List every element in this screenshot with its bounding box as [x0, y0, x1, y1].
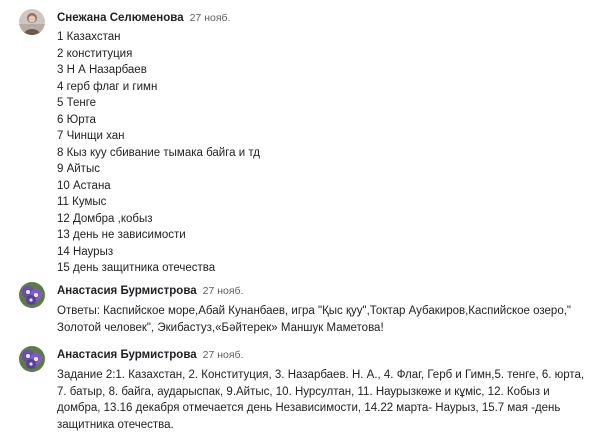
comment-line: 11 Кумыс — [57, 196, 107, 208]
comment-date[interactable]: 27 нояб. — [203, 285, 244, 297]
comment-line: Задание 2:1. Казахстан, 2. Конституция, … — [57, 369, 585, 381]
comment-date[interactable]: 27 нояб. — [203, 349, 244, 361]
violet-flowers-avatar-icon — [19, 346, 45, 372]
comment-text: 1 Казахстан 2 конституция 3 Н А Назарбае… — [57, 29, 600, 277]
comment-line: домбра, 13.16 декабря отмечается день Не… — [57, 402, 561, 414]
comment-text: Ответы: Каспийское море,Абай Кунанбаев, … — [57, 303, 600, 336]
avatar[interactable] — [19, 282, 45, 308]
comment-body: Анастасия Бурмистрова 27 нояб. Ответы: Ка… — [57, 282, 600, 336]
comment-line: 9 Айтыс — [57, 163, 100, 175]
avatar[interactable] — [19, 9, 45, 35]
comment-line: 13 день не зависимости — [57, 229, 186, 241]
comment-author[interactable]: Снежана Селюменова — [57, 12, 184, 24]
comment-line: 14 Наурыз — [57, 245, 114, 258]
comment-line: 7. батыр, 8. байга, аударыспак, 9.Айтыс,… — [57, 385, 550, 398]
comment-line: 8 Кыз куу сбивание тымака байга и тд — [57, 146, 260, 159]
violet-flowers-avatar-icon — [19, 282, 45, 308]
comment-author[interactable]: Анастасия Бурмистрова — [57, 349, 197, 361]
comment-line: Золотой человек", Экибастуз,«Бәйтерек» М… — [57, 321, 384, 334]
comment-line: защитника отечества. — [57, 418, 174, 431]
comment-line: 15 день защитника отечества — [57, 262, 216, 274]
comment-line: 2 конституция — [57, 47, 133, 60]
comment-header: Анастасия Бурмистрова 27 нояб. — [57, 346, 600, 362]
comment-line: 3 Н А Назарбаев — [57, 64, 147, 76]
comment-line: 7 Чинщи хан — [57, 130, 125, 142]
comment-line: 1 Казахстан — [57, 31, 121, 43]
comment-line: 4 герб флаг и гимн — [57, 80, 158, 93]
comment-line: 12 Домбра ,кобыз — [57, 212, 153, 225]
avatar[interactable] — [19, 346, 45, 372]
comment-line: 10 Астана — [57, 179, 111, 192]
comment-author[interactable]: Анастасия Бурмистрова — [57, 285, 197, 297]
comment-header: Анастасия Бурмистрова 27 нояб. — [57, 282, 600, 298]
comment-body: Снежана Селюменова 27 нояб. 1 Казахстан 2… — [57, 9, 600, 277]
comment-header: Снежана Селюменова 27 нояб. — [57, 9, 600, 25]
comment-text: Задание 2:1. Казахстан, 2. Конституция, … — [57, 367, 600, 433]
comment-line: 5 Тенге — [57, 97, 97, 109]
user-photo-icon — [19, 9, 45, 35]
comment-line: 6 Юрта — [57, 113, 96, 126]
comment-date[interactable]: 27 нояб. — [190, 12, 231, 24]
comment-body: Анастасия Бурмистрова 27 нояб. Задание 2:… — [57, 346, 600, 433]
comment-line: Ответы: Каспийское море,Абай Кунанбаев, … — [57, 305, 571, 317]
